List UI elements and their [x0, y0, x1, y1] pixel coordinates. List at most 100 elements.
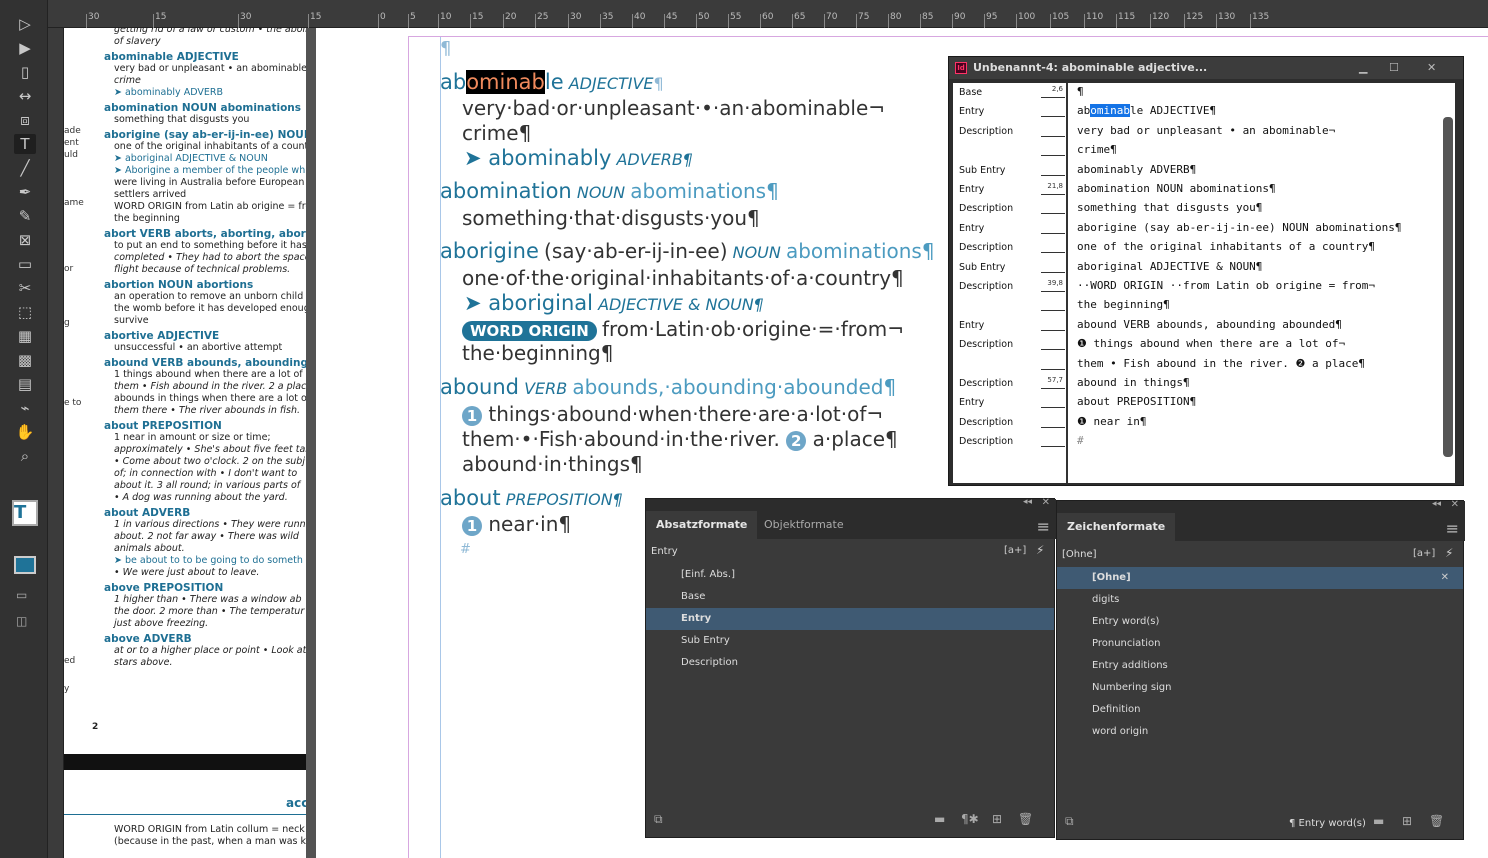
- character-style-item[interactable]: Numbering sign: [1057, 677, 1463, 699]
- story-line[interactable]: abominable ADJECTIVE¶: [1077, 104, 1216, 118]
- story-editor-window[interactable]: Id Unbenannt-4: abominable adjective... …: [948, 56, 1464, 486]
- scissors-icon[interactable]: ✂: [14, 278, 36, 298]
- story-line[interactable]: ❶ near in¶: [1077, 415, 1146, 428]
- rectangle-frame-icon[interactable]: ⊠: [14, 230, 36, 250]
- quick-apply-icon[interactable]: ⚡: [1445, 546, 1453, 560]
- line-icon[interactable]: ╱: [14, 158, 36, 178]
- collapse-icon[interactable]: ◂◂: [1432, 499, 1441, 509]
- story-line[interactable]: abominably ADVERB¶: [1077, 163, 1196, 176]
- story-line[interactable]: abound VERB abounds, abounding abounded¶: [1077, 318, 1342, 331]
- text-format-icon[interactable]: T: [14, 502, 26, 523]
- pencil-icon[interactable]: ✎: [14, 206, 36, 226]
- new-group-icon[interactable]: ▬: [1373, 814, 1384, 828]
- ruler-tick: [696, 14, 697, 28]
- delete-style-icon[interactable]: 🗑: [1429, 814, 1444, 828]
- story-line[interactable]: very bad or unpleasant • an abominable¬: [1077, 124, 1335, 137]
- new-style-from-selection-icon[interactable]: [a+]: [1413, 548, 1435, 559]
- story-line[interactable]: something that disgusts you¶: [1077, 201, 1262, 214]
- story-line[interactable]: the beginning¶: [1077, 298, 1170, 311]
- new-style-icon[interactable]: ⊞: [992, 812, 1002, 826]
- story-line[interactable]: ··WORD ORIGIN ··from Latin ob origine = …: [1077, 279, 1375, 292]
- horizontal-ruler[interactable]: 30 15 30 15 0 5 10 15 20 25 30 35 40 45 50 55 60 65 70 75 80…: [48, 0, 1488, 28]
- panel-header-bar[interactable]: ◂◂ ✕: [1057, 499, 1465, 513]
- selection-icon[interactable]: ▷: [14, 14, 36, 34]
- entry-abound[interactable]: abound VERB abounds,·abounding·abounded¶: [440, 375, 896, 399]
- character-style-item[interactable]: Entry additions: [1057, 655, 1463, 677]
- story-line[interactable]: aborigine (say ab-er-ij-in-ee) NOUN abom…: [1077, 221, 1402, 234]
- story-editor-titlebar[interactable]: Id Unbenannt-4: abominable adjective... …: [949, 57, 1463, 79]
- tab-zeichenformate[interactable]: Zeichenformate: [1057, 513, 1176, 541]
- story-line[interactable]: abound in things¶: [1077, 376, 1190, 389]
- text-selection[interactable]: ominab: [466, 70, 545, 94]
- type-icon[interactable]: T: [14, 134, 36, 154]
- panel-menu-icon[interactable]: ≡: [1037, 517, 1050, 536]
- close-icon[interactable]: ✕: [1042, 497, 1050, 508]
- page-icon[interactable]: ▯: [14, 62, 36, 82]
- hand-icon[interactable]: ✋: [14, 422, 36, 442]
- style-override-icon[interactable]: ⧉: [654, 812, 663, 827]
- gradient-feather-icon[interactable]: ▩: [14, 350, 36, 370]
- story-line[interactable]: them • Fish abound in the river. ❷ a pla…: [1077, 357, 1365, 370]
- minimize-icon[interactable]: ▁: [1359, 57, 1367, 79]
- rectangle-icon[interactable]: ▭: [14, 254, 36, 274]
- note-icon[interactable]: ▤: [14, 374, 36, 394]
- delete-style-icon[interactable]: 🗑: [1018, 812, 1033, 826]
- character-style-item[interactable]: digits: [1057, 589, 1463, 611]
- character-style-item[interactable]: word origin: [1057, 721, 1463, 743]
- style-name: Description: [959, 242, 1014, 254]
- panel-header-bar[interactable]: ◂◂ ✕: [646, 497, 1056, 511]
- story-line[interactable]: ¶: [1077, 85, 1084, 98]
- new-group-icon[interactable]: ▬: [934, 812, 945, 826]
- story-line[interactable]: ❶ things abound when there are a lot of¬: [1077, 337, 1345, 350]
- story-line[interactable]: crime¶: [1077, 143, 1117, 156]
- story-line[interactable]: about PREPOSITION¶: [1077, 395, 1196, 408]
- maximize-icon[interactable]: ☐: [1389, 57, 1399, 79]
- story-editor-body[interactable]: Base Entry Description Sub Entry Entry Descri…: [953, 83, 1455, 483]
- story-line[interactable]: aboriginal ADJECTIVE & NOUN¶: [1077, 260, 1262, 273]
- new-style-from-selection-icon[interactable]: [a+]: [1004, 545, 1026, 556]
- zoom-icon[interactable]: ⌕: [14, 446, 36, 466]
- left-page-line: just above freezing.: [114, 618, 209, 629]
- paragraph-style-item[interactable]: Base: [646, 586, 1054, 608]
- direct-selection-icon[interactable]: ▶: [14, 38, 36, 58]
- tab-absatzformate[interactable]: Absatzformate: [646, 511, 758, 539]
- style-override-icon[interactable]: ⧉: [1065, 814, 1074, 829]
- collapse-icon[interactable]: ◂◂: [1023, 497, 1032, 507]
- quick-apply-icon[interactable]: ⚡: [1036, 543, 1044, 557]
- content-collector-icon[interactable]: ⧈: [14, 110, 36, 130]
- new-style-icon[interactable]: ⊞: [1402, 814, 1412, 828]
- character-style-item[interactable]: Entry word(s): [1057, 611, 1463, 633]
- entry-abomination[interactable]: abomination NOUN abominations¶: [440, 179, 779, 203]
- entry-about[interactable]: about PREPOSITION¶: [440, 486, 623, 510]
- close-icon[interactable]: ✕: [1451, 499, 1459, 510]
- paragraph-style-item[interactable]: Sub Entry: [646, 630, 1054, 652]
- entry-abominable[interactable]: abominable ADJECTIVE¶: [440, 70, 664, 94]
- paragraph-style-item[interactable]: Description: [646, 652, 1054, 674]
- character-style-item[interactable]: Definition: [1057, 699, 1463, 721]
- story-line[interactable]: abomination NOUN abominations¶: [1077, 182, 1276, 195]
- entry-aborigine[interactable]: aborigine (say·ab-er-ij-in-ee) NOUN abom…: [440, 239, 935, 263]
- clear-overrides-icon[interactable]: ¶✱: [961, 812, 979, 826]
- story-line[interactable]: one of the original inhabitants of a cou…: [1077, 240, 1375, 253]
- free-transform-icon[interactable]: ⬚: [14, 302, 36, 322]
- paragraph-style-item[interactable]: Entry: [646, 608, 1054, 630]
- screen-mode-icon[interactable]: ▭: [16, 588, 27, 602]
- paragraph-styles-panel[interactable]: ◂◂ ✕ Absatzformate Objektformate ≡ Entry…: [645, 497, 1056, 838]
- gradient-icon[interactable]: ▦: [14, 326, 36, 346]
- vertical-ruler[interactable]: [48, 28, 64, 858]
- eyedropper-icon[interactable]: ⌁: [14, 398, 36, 418]
- pen-icon[interactable]: ✒: [14, 182, 36, 202]
- panel-menu-icon[interactable]: ≡: [1446, 519, 1459, 538]
- paragraph-style-item[interactable]: [Einf. Abs.]: [646, 564, 1054, 586]
- apply-color-icon[interactable]: [14, 556, 36, 574]
- gap-icon[interactable]: ↔: [14, 86, 36, 106]
- story-line[interactable]: #: [1077, 434, 1084, 447]
- close-icon[interactable]: ✕: [1427, 57, 1436, 79]
- story-scrollbar[interactable]: [1443, 117, 1453, 457]
- text-selection[interactable]: ominab: [1090, 104, 1130, 118]
- character-style-item[interactable]: [Ohne] ✕: [1057, 567, 1463, 589]
- character-style-item[interactable]: Pronunciation: [1057, 633, 1463, 655]
- preview-mode-icon[interactable]: ◫: [16, 614, 27, 628]
- character-styles-panel[interactable]: ◂◂ ✕ Zeichenformate ≡ [Ohne] [a+] ⚡ [Ohn…: [1056, 499, 1465, 840]
- tab-objektformate[interactable]: Objektformate: [754, 511, 854, 539]
